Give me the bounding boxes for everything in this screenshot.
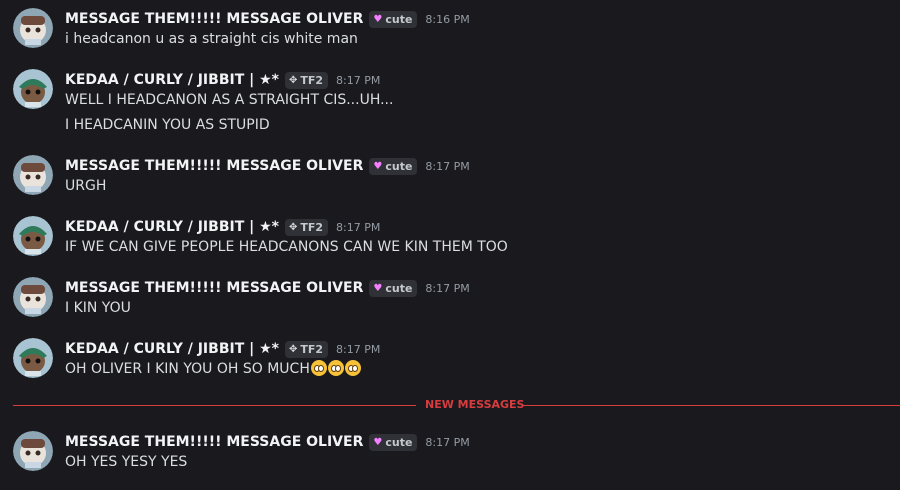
role-tag[interactable]: ✥ TF2 [284,218,329,236]
role-tag[interactable]: ♥ cute [369,157,418,175]
kedaa-avatar-icon [13,338,53,378]
role-tag[interactable]: ✥ TF2 [284,340,329,358]
author-name[interactable]: KEDAA / CURLY / JIBBIT | ★* [65,219,279,235]
new-messages-label: NEW MESSAGES [425,398,525,411]
avatar[interactable] [13,216,53,256]
timestamp[interactable]: 8:17 PM [425,436,469,449]
tag-label: cute [385,281,413,295]
message-header: MESSAGE THEM!!!!! MESSAGE OLIVER ♥ cute 8… [65,9,470,29]
tag-label: TF2 [300,73,324,87]
role-tag[interactable]: ♥ cute [369,279,418,297]
message-text-content: OH OLIVER I KIN YOU OH SO MUCH [65,361,310,377]
message-header: KEDAA / CURLY / JIBBIT | ★* ✥ TF2 8:17 PM [65,70,380,90]
message-text: URGH [65,178,107,194]
avatar[interactable] [13,155,53,195]
author-name[interactable]: KEDAA / CURLY / JIBBIT | ★* [65,72,279,88]
oliver-avatar-icon [13,155,53,195]
message-header: MESSAGE THEM!!!!! MESSAGE OLIVER ♥ cute 8… [65,432,470,452]
timestamp[interactable]: 8:17 PM [336,343,380,356]
tf2-icon: ✥ [288,74,298,86]
tag-label: TF2 [300,342,324,356]
timestamp[interactable]: 8:17 PM [336,221,380,234]
divider-line [522,405,900,406]
new-messages-divider: NEW MESSAGES [13,398,900,412]
tag-label: cute [385,159,413,173]
tag-label: TF2 [300,220,324,234]
heart-icon: ♥ [373,436,383,448]
heart-icon: ♥ [373,13,383,25]
timestamp[interactable]: 8:17 PM [425,160,469,173]
chat-messages: MESSAGE THEM!!!!! MESSAGE OLIVER ♥ cute 8… [0,0,900,490]
kedaa-avatar-icon [13,216,53,256]
tag-label: cute [385,435,413,449]
oliver-avatar-icon [13,8,53,48]
oliver-avatar-icon [13,277,53,317]
message-text: i headcanon u as a straight cis white ma… [65,31,358,47]
message-text: OH YES YESY YES [65,454,188,470]
heart-icon: ♥ [373,282,383,294]
pleading-face-icon[interactable] [310,360,327,376]
pleading-face-icon[interactable] [344,360,361,376]
tf2-icon: ✥ [288,343,298,355]
message-text: I KIN YOU [65,300,131,316]
message-text: WELL I HEADCANON AS A STRAIGHT CIS...UH.… [65,92,394,108]
timestamp[interactable]: 8:17 PM [336,74,380,87]
timestamp[interactable]: 8:16 PM [425,13,469,26]
avatar[interactable] [13,277,53,317]
message-header: KEDAA / CURLY / JIBBIT | ★* ✥ TF2 8:17 PM [65,217,380,237]
role-tag[interactable]: ♥ cute [369,10,418,28]
timestamp[interactable]: 8:17 PM [425,282,469,295]
heart-icon: ♥ [373,160,383,172]
avatar[interactable] [13,338,53,378]
author-name[interactable]: MESSAGE THEM!!!!! MESSAGE OLIVER [65,280,363,296]
author-name[interactable]: KEDAA / CURLY / JIBBIT | ★* [65,341,279,357]
role-tag[interactable]: ✥ TF2 [284,71,329,89]
avatar[interactable] [13,69,53,109]
message-text: I HEADCANIN YOU AS STUPID [65,117,270,133]
author-name[interactable]: MESSAGE THEM!!!!! MESSAGE OLIVER [65,158,363,174]
author-name[interactable]: MESSAGE THEM!!!!! MESSAGE OLIVER [65,11,363,27]
oliver-avatar-icon [13,431,53,471]
role-tag[interactable]: ♥ cute [369,433,418,451]
avatar[interactable] [13,431,53,471]
avatar[interactable] [13,8,53,48]
pleading-face-icon[interactable] [327,360,344,376]
message-text: OH OLIVER I KIN YOU OH SO MUCH [65,359,361,379]
message-text: IF WE CAN GIVE PEOPLE HEADCANONS CAN WE … [65,239,508,255]
divider-line [13,405,416,406]
message-header: KEDAA / CURLY / JIBBIT | ★* ✥ TF2 8:17 PM [65,339,380,359]
message-header: MESSAGE THEM!!!!! MESSAGE OLIVER ♥ cute 8… [65,156,470,176]
author-name[interactable]: MESSAGE THEM!!!!! MESSAGE OLIVER [65,434,363,450]
tf2-icon: ✥ [288,221,298,233]
message-header: MESSAGE THEM!!!!! MESSAGE OLIVER ♥ cute 8… [65,278,470,298]
kedaa-avatar-icon [13,69,53,109]
tag-label: cute [385,12,413,26]
